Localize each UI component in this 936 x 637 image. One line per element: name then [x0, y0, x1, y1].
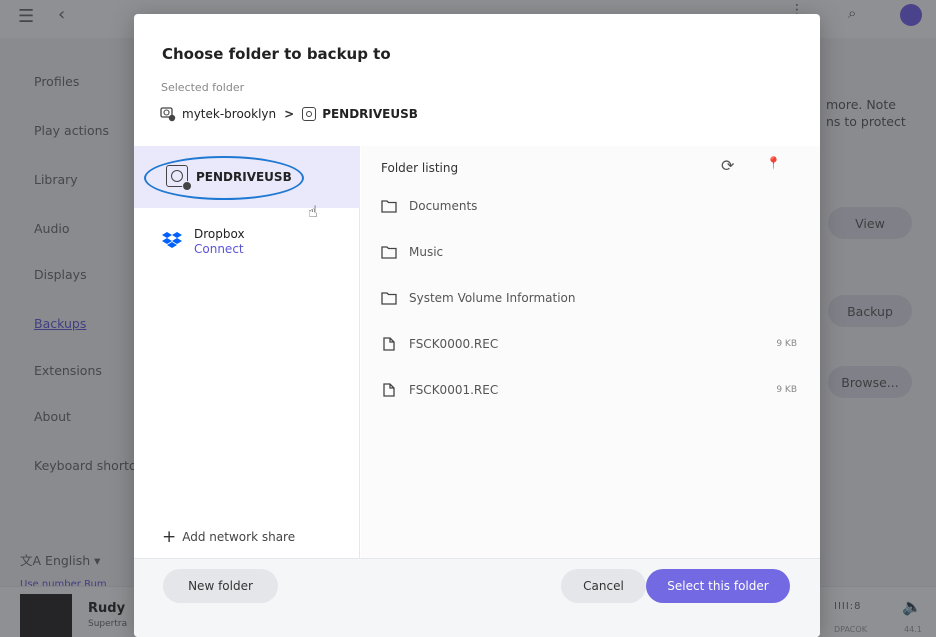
list-item-folder[interactable]: System Volume Information — [381, 285, 801, 311]
folder-icon — [381, 200, 397, 213]
folder-listing-header: Folder listing — [381, 161, 459, 175]
list-item-name: Music — [409, 245, 444, 259]
annotation-highlight-circle — [144, 156, 304, 200]
breadcrumb-separator-icon: > — [284, 107, 295, 121]
location-label: Dropbox — [194, 227, 245, 241]
file-icon — [383, 337, 395, 351]
dropbox-icon — [162, 232, 182, 248]
network-device-icon — [160, 107, 176, 122]
list-item-name: FSCK0001.REC — [409, 383, 499, 397]
hand-cursor-icon: ☝ — [308, 202, 318, 221]
breadcrumb-folder[interactable]: PENDRIVEUSB — [322, 107, 418, 121]
breadcrumb: mytek-brooklyn > PENDRIVEUSB — [160, 104, 418, 124]
plus-icon: + — [162, 527, 177, 547]
file-size: 9 KB — [776, 339, 797, 349]
cancel-button[interactable]: Cancel — [561, 569, 646, 603]
list-item-name: System Volume Information — [409, 291, 576, 305]
list-item-file[interactable]: FSCK0001.REC 9 KB — [381, 377, 801, 403]
breadcrumb-device[interactable]: mytek-brooklyn — [182, 107, 276, 121]
add-network-share-label: Add network share — [182, 530, 296, 544]
refresh-icon[interactable]: ⟳ — [721, 156, 734, 175]
new-folder-button[interactable]: New folder — [163, 569, 278, 603]
dropbox-connect-link[interactable]: Connect — [194, 242, 244, 256]
choose-folder-dialog: Choose folder to backup to Selected fold… — [134, 14, 820, 637]
location-pendriveusb[interactable]: PENDRIVEUSB ☝ — [134, 146, 360, 221]
list-item-folder[interactable]: Documents — [381, 193, 801, 219]
folder-listing-pane: Folder listing ⟳ 📍 Documents Music Syste… — [361, 146, 820, 558]
locations-pane: PENDRIVEUSB ☝ Dropbox Connect + Add netw… — [134, 146, 360, 558]
file-icon — [383, 383, 395, 397]
folder-icon — [381, 246, 397, 259]
usb-drive-icon — [302, 107, 317, 121]
pin-icon[interactable]: 📍 — [766, 156, 781, 170]
file-size: 9 KB — [776, 385, 797, 395]
location-dropbox[interactable]: Dropbox Connect — [134, 222, 360, 266]
folder-icon — [381, 292, 397, 305]
list-item-name: FSCK0000.REC — [409, 337, 499, 351]
select-folder-button[interactable]: Select this folder — [646, 569, 790, 603]
list-item-file[interactable]: FSCK0000.REC 9 KB — [381, 331, 801, 357]
list-item-name: Documents — [409, 199, 478, 213]
selected-folder-label: Selected folder — [161, 81, 245, 94]
dialog-title: Choose folder to backup to — [162, 45, 391, 63]
add-network-share-button[interactable]: + Add network share — [162, 527, 296, 547]
list-item-folder[interactable]: Music — [381, 239, 801, 265]
dialog-footer: New folder Cancel Select this folder — [134, 558, 820, 637]
